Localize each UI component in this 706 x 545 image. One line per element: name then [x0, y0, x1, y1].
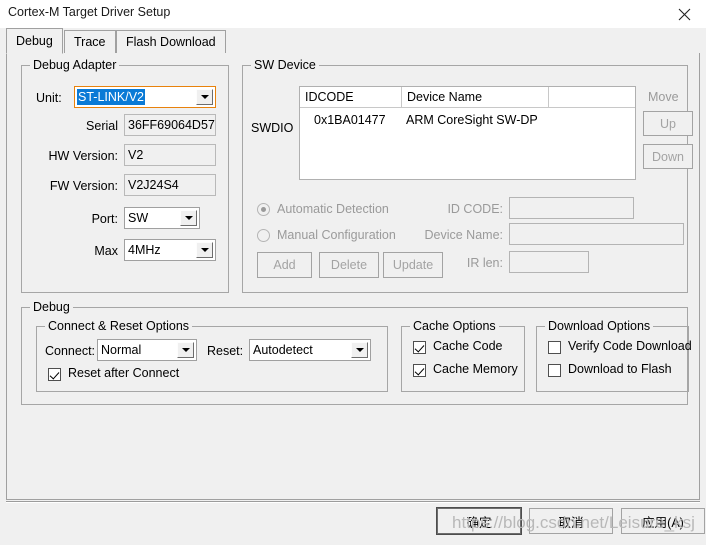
target-driver-setup-dialog: Cortex-M Target Driver Setup Debug Trace…	[0, 0, 706, 545]
port-combobox[interactable]: SW	[124, 207, 200, 229]
cell-device-name: ARM CoreSight SW-DP	[406, 113, 538, 127]
cache-code-checkbox[interactable]	[413, 341, 426, 354]
column-header-device-name[interactable]: Device Name	[402, 87, 549, 107]
debug-group-label: Debug	[30, 300, 73, 314]
reset-label: Reset:	[207, 344, 244, 358]
device-name-label: Device Name:	[424, 228, 504, 242]
tab-flash-download[interactable]: Flash Download	[116, 30, 226, 54]
max-clock-value: 4MHz	[128, 243, 161, 257]
debug-adapter-group-label: Debug Adapter	[30, 58, 120, 72]
chevron-down-icon[interactable]	[351, 342, 368, 358]
connect-value: Normal	[101, 343, 142, 357]
device-name-field[interactable]	[509, 223, 684, 245]
verify-code-download-checkbox[interactable]	[548, 341, 561, 354]
apply-button[interactable]: 应用(A)	[621, 508, 705, 534]
sw-device-list[interactable]: IDCODE Device Name 0x1BA01477 ARM CoreSi…	[299, 86, 636, 180]
apply-label: 应用(A)	[642, 515, 684, 530]
port-label: Port:	[91, 212, 118, 226]
port-value: SW	[128, 211, 149, 225]
tab-flash-download-label: Flash Download	[126, 35, 216, 49]
move-label: Move	[648, 90, 679, 104]
sw-device-group: SW Device SWDIO IDCODE Device Name 0x1BA…	[242, 58, 693, 293]
download-options-label: Download Options	[545, 319, 654, 333]
column-header-idcode[interactable]: IDCODE	[300, 87, 402, 107]
max-clock-combobox[interactable]: 4MHz	[124, 239, 216, 261]
download-options-group: Download Options Verify Code Download Do…	[536, 319, 692, 392]
reset-after-connect-checkbox[interactable]	[48, 368, 61, 381]
add-button[interactable]: Add	[257, 252, 312, 278]
cancel-label: 取消	[558, 515, 584, 530]
cell-idcode: 0x1BA01477	[314, 113, 386, 127]
download-to-flash-checkbox[interactable]	[548, 364, 561, 377]
tab-trace-label: Trace	[74, 35, 106, 49]
reset-combobox[interactable]: Autodetect	[249, 339, 371, 361]
tab-debug-label: Debug	[16, 34, 53, 48]
id-code-field[interactable]	[509, 197, 634, 219]
unit-combobox[interactable]: ST-LINK/V2	[74, 86, 216, 108]
download-to-flash-label: Download to Flash	[568, 362, 672, 376]
fw-version-field: V2J24S4	[124, 174, 216, 196]
connect-reset-options-group: Connect & Reset Options Connect: Normal …	[36, 319, 388, 392]
id-code-label: ID CODE:	[447, 202, 503, 216]
sw-device-list-header: IDCODE Device Name	[300, 87, 635, 108]
connect-label: Connect:	[45, 344, 96, 358]
tab-debug[interactable]: Debug	[6, 28, 63, 54]
titlebar: Cortex-M Target Driver Setup	[0, 0, 706, 28]
chevron-down-icon[interactable]	[196, 89, 213, 105]
verify-code-download-label: Verify Code Download	[568, 339, 692, 353]
close-icon[interactable]	[662, 0, 706, 28]
chevron-down-icon[interactable]	[196, 242, 213, 258]
move-up-button[interactable]: Up	[643, 111, 693, 136]
delete-button[interactable]: Delete	[319, 252, 379, 278]
update-button[interactable]: Update	[383, 252, 443, 278]
debug-group: Debug Connect & Reset Options Connect: N…	[21, 300, 692, 405]
cache-options-label: Cache Options	[410, 319, 499, 333]
manual-configuration-radio[interactable]	[257, 229, 270, 242]
serial-field: 36FF69064D5739	[124, 114, 216, 136]
fw-version-label: FW Version:	[49, 179, 118, 193]
tab-strip: Debug Trace Flash Download	[6, 28, 700, 54]
ok-label: 确定	[466, 515, 492, 530]
manual-configuration-label: Manual Configuration	[277, 228, 396, 242]
ok-button[interactable]: 确定	[436, 507, 522, 535]
connect-combobox[interactable]: Normal	[97, 339, 197, 361]
move-down-button[interactable]: Down	[643, 144, 693, 169]
serial-label: Serial	[86, 119, 118, 133]
reset-after-connect-label: Reset after Connect	[68, 366, 180, 380]
cancel-button[interactable]: 取消	[529, 508, 613, 534]
column-header-extra[interactable]	[549, 87, 635, 107]
update-label: Update	[392, 258, 434, 272]
hw-version-field: V2	[124, 144, 216, 166]
delete-label: Delete	[330, 258, 368, 272]
chevron-down-icon[interactable]	[177, 342, 194, 358]
sw-device-group-label: SW Device	[251, 58, 319, 72]
max-clock-label: Max	[94, 244, 118, 258]
unit-label: Unit:	[36, 91, 62, 105]
automatic-detection-label: Automatic Detection	[277, 202, 389, 216]
tab-trace[interactable]: Trace	[64, 30, 116, 54]
chevron-down-icon[interactable]	[180, 210, 197, 226]
unit-value: ST-LINK/V2	[77, 89, 145, 105]
move-up-label: Up	[660, 116, 676, 131]
tab-page-debug: Debug Adapter Unit: ST-LINK/V2 Serial 36…	[6, 53, 700, 500]
reset-value: Autodetect	[253, 343, 313, 357]
cache-memory-checkbox[interactable]	[413, 364, 426, 377]
move-down-label: Down	[652, 149, 684, 164]
ir-len-field[interactable]	[509, 251, 589, 273]
swdio-label: SWDIO	[251, 121, 294, 135]
cache-memory-label: Cache Memory	[433, 362, 518, 376]
add-label: Add	[273, 258, 296, 272]
automatic-detection-radio[interactable]	[257, 203, 270, 216]
table-row[interactable]: 0x1BA01477 ARM CoreSight SW-DP	[300, 110, 635, 130]
connect-reset-options-label: Connect & Reset Options	[45, 319, 193, 333]
debug-adapter-group: Debug Adapter Unit: ST-LINK/V2 Serial 36…	[21, 58, 229, 293]
window-title: Cortex-M Target Driver Setup	[8, 5, 171, 19]
cache-code-label: Cache Code	[433, 339, 503, 353]
hw-version-label: HW Version:	[48, 149, 118, 163]
footer-separator	[6, 501, 700, 503]
cache-options-group: Cache Options Cache Code Cache Memory	[401, 319, 525, 392]
